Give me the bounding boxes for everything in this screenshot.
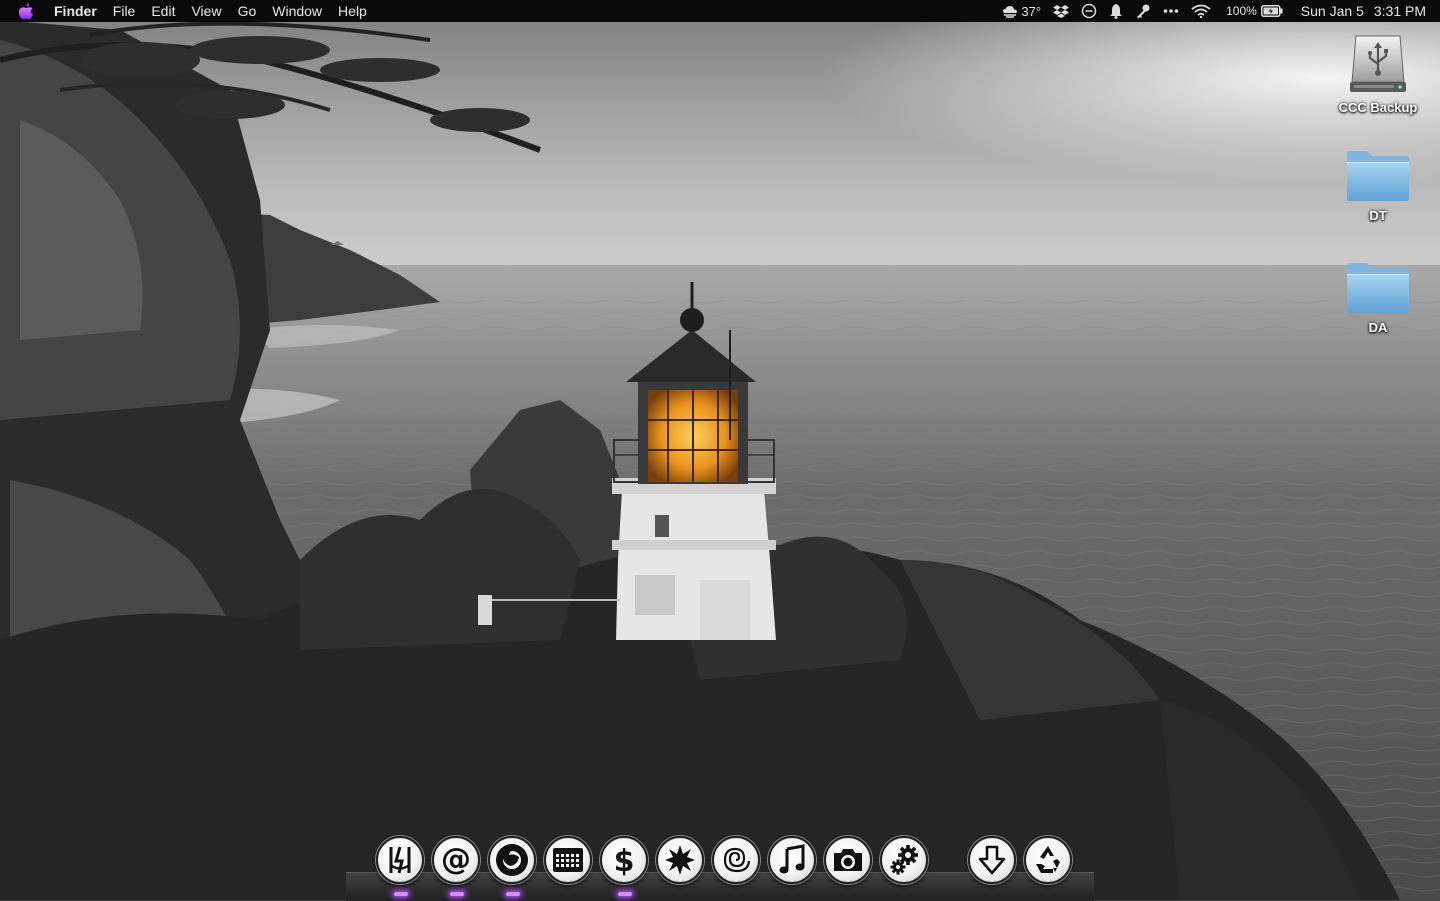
firefox-icon <box>496 844 528 876</box>
dock-item-spiral[interactable] <box>712 836 760 884</box>
dock-item-camera[interactable] <box>824 836 872 884</box>
dock: @ $ <box>376 835 1080 896</box>
menu-edit[interactable]: Edit <box>143 0 183 22</box>
desktop-wallpaper <box>0 0 1440 900</box>
dock-item-mail[interactable]: @ <box>432 836 480 896</box>
mail-icon: @ <box>441 843 471 877</box>
calendar-icon <box>553 848 583 872</box>
clock-status[interactable]: Sun Jan 5 3:31 PM <box>1301 3 1426 19</box>
apple-menu-icon[interactable] <box>18 2 36 20</box>
menu-go[interactable]: Go <box>230 0 265 22</box>
wifi-icon <box>1191 4 1211 18</box>
star-burst-icon <box>665 845 695 875</box>
more-status[interactable] <box>1163 8 1179 14</box>
desktop-icon-da[interactable]: DA <box>1328 260 1428 335</box>
dock-item-finance[interactable]: $ <box>600 836 648 896</box>
dollar-icon: $ <box>614 844 635 877</box>
usb-drive-icon <box>1350 35 1406 92</box>
menu-view[interactable]: View <box>183 0 229 22</box>
dropbox-status[interactable] <box>1053 4 1070 18</box>
wifi-status[interactable] <box>1191 4 1211 18</box>
weather-icon <box>1003 6 1018 18</box>
dock-item-calendar[interactable] <box>544 836 592 884</box>
dock-item-starburst[interactable] <box>656 836 704 884</box>
running-indicator <box>394 892 408 896</box>
spiral-icon <box>723 847 751 873</box>
menu-app-finder[interactable]: Finder <box>46 0 105 22</box>
dropbox-icon <box>1053 5 1070 18</box>
clock-date: Sun Jan 5 <box>1300 3 1364 19</box>
dock-item-firefox[interactable] <box>488 836 536 896</box>
music-note-icon <box>779 844 805 874</box>
menu-file[interactable]: File <box>105 0 144 22</box>
running-indicator <box>506 892 520 896</box>
desktop-icon-label: CCC Backup <box>1338 100 1418 115</box>
keychain-status[interactable] <box>1135 3 1151 19</box>
camera-icon <box>834 849 862 871</box>
desktop-icon-label: DA <box>1368 320 1388 335</box>
dock-item-settings[interactable] <box>880 836 928 884</box>
ellipsis-icon <box>1163 9 1179 13</box>
menu-window[interactable]: Window <box>264 0 330 22</box>
key-icon <box>1137 4 1150 19</box>
desktop-icon-ccc-backup[interactable]: CCC Backup <box>1328 32 1428 115</box>
do-not-disturb-status[interactable] <box>1081 3 1097 19</box>
menu-bar: Finder File Edit View Go Window Help 37° <box>0 0 1440 22</box>
dock-item-finder[interactable] <box>376 836 424 896</box>
weather-status[interactable]: 37° <box>1002 4 1041 19</box>
dock-item-trash[interactable] <box>1024 836 1072 884</box>
desktop-icon-label: DT <box>1369 208 1387 223</box>
desktop-icon-dt[interactable]: DT <box>1328 148 1428 223</box>
gears-icon <box>890 845 918 875</box>
trash-recycle-icon <box>1036 846 1060 873</box>
svg-text:@: @ <box>441 843 471 877</box>
weather-temp: 37° <box>1021 3 1042 19</box>
downloads-icon <box>978 845 1006 875</box>
battery-percent: 100% <box>1226 4 1257 18</box>
folder-icon <box>1347 263 1409 313</box>
running-indicator <box>618 892 632 896</box>
finder-icon <box>389 846 411 874</box>
clock-time: 3:31 PM <box>1373 3 1426 19</box>
minus-circle-icon <box>1081 3 1097 19</box>
svg-text:$: $ <box>614 844 635 877</box>
battery-status[interactable]: 100% <box>1223 4 1283 18</box>
folder-icon <box>1347 151 1409 201</box>
bell-icon <box>1110 4 1123 19</box>
notifications-status[interactable] <box>1109 3 1123 19</box>
running-indicator <box>450 892 464 896</box>
menu-help[interactable]: Help <box>330 0 375 22</box>
dock-item-music[interactable] <box>768 836 816 884</box>
battery-charging-icon <box>1260 5 1283 17</box>
dock-item-downloads[interactable] <box>968 836 1016 884</box>
